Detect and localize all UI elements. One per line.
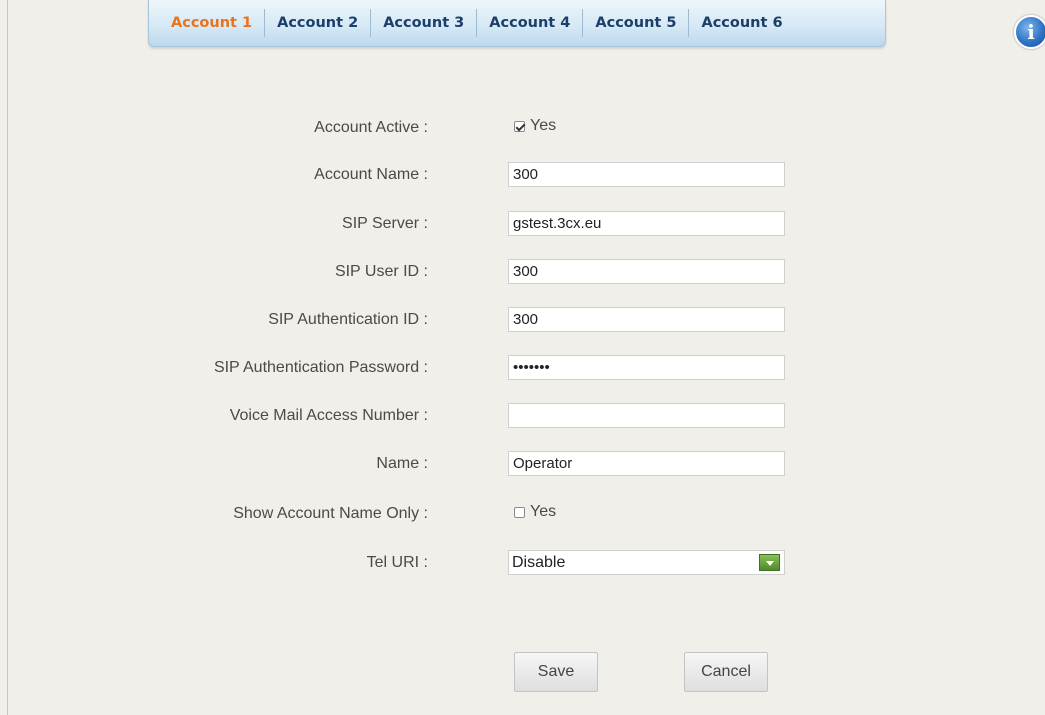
sip-server-row: SIP Server : [0,211,1045,241]
tel-uri-select[interactable]: Disable [508,550,785,575]
name-row: Name : [0,451,1045,481]
dropdown-arrow-icon[interactable] [759,554,780,571]
checkbox-checked-icon[interactable] [514,120,525,132]
checkbox-unchecked-icon[interactable] [514,506,525,518]
cancel-button[interactable]: Cancel [684,652,768,692]
voicemail-number-label: Voice Mail Access Number : [229,407,428,424]
sip-auth-password-label: SIP Authentication Password : [213,359,428,376]
name-input[interactable] [508,451,785,476]
tel-uri-row: Tel URI : Disable [0,550,1045,580]
tab-account-5[interactable]: Account 5 [582,9,688,37]
tab-account-6[interactable]: Account 6 [688,9,794,37]
tab-account-1[interactable]: Account 1 [159,9,264,37]
account-name-row: Account Name : [0,162,1045,192]
account-active-checkbox[interactable]: Yes [514,117,556,135]
show-account-name-only-row: Show Account Name Only : Yes [0,501,1045,531]
voicemail-number-input[interactable] [508,403,785,428]
save-button[interactable]: Save [514,652,598,692]
info-icon[interactable]: i [1014,15,1045,49]
account-active-label: Account Active : [314,119,428,136]
account-name-input[interactable] [508,162,785,187]
sip-auth-id-row: SIP Authentication ID : [0,307,1045,337]
settings-page: Account 1 Account 2 Account 3 Account 4 … [0,0,1045,715]
sip-auth-password-input[interactable] [508,355,785,380]
tab-account-4[interactable]: Account 4 [476,9,582,37]
tel-uri-label: Tel URI : [366,554,428,571]
tel-uri-value: Disable [512,554,566,571]
account-tabs: Account 1 Account 2 Account 3 Account 4 … [148,0,886,47]
show-account-name-only-text: Yes [530,503,557,520]
sip-server-label: SIP Server : [342,215,428,232]
tab-account-2[interactable]: Account 2 [264,9,370,37]
voicemail-number-row: Voice Mail Access Number : [0,403,1045,433]
sip-user-id-row: SIP User ID : [0,259,1045,289]
sip-auth-id-label: SIP Authentication ID : [268,311,428,328]
sip-user-id-input[interactable] [508,259,785,284]
account-active-row: Account Active : Yes [0,115,1045,145]
show-account-name-only-label: Show Account Name Only : [233,505,428,522]
sip-auth-password-row: SIP Authentication Password : [0,355,1045,385]
show-account-name-only-checkbox[interactable]: Yes [514,503,556,521]
sip-server-input[interactable] [508,211,785,236]
sip-user-id-label: SIP User ID : [334,263,428,280]
account-name-label: Account Name : [314,166,428,183]
sip-auth-id-input[interactable] [508,307,785,332]
name-label: Name : [376,455,428,472]
account-active-text: Yes [530,117,557,134]
tab-account-3[interactable]: Account 3 [370,9,476,37]
